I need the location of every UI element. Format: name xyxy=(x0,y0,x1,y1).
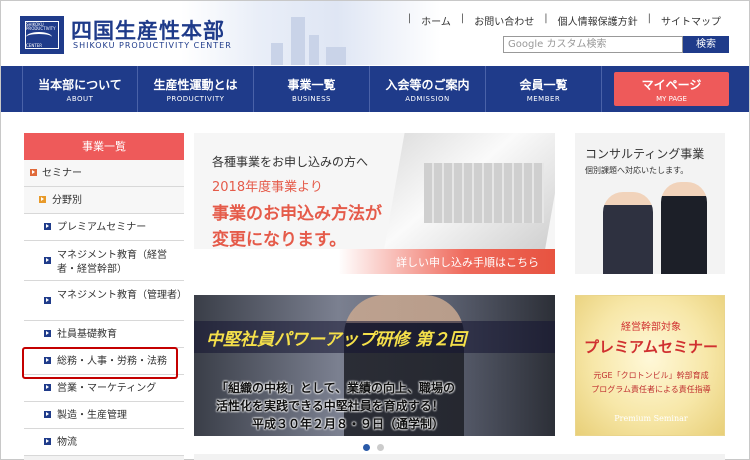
keyboard-image xyxy=(424,163,544,223)
banner-text: プログラム責任者による責任指導 xyxy=(591,385,711,394)
nav-business[interactable]: 事業一覧 BUSINESS xyxy=(254,66,370,112)
banner-text: 2018年度事業より xyxy=(212,180,323,195)
banner-title: コンサルティング事業 xyxy=(585,147,705,161)
sidebar-item-premium[interactable]: プレミアムセミナー xyxy=(24,214,184,241)
nav-label: 当本部について xyxy=(38,77,122,92)
sidebar-item-by-field[interactable]: 分野別 xyxy=(24,187,184,214)
highlight-frame xyxy=(22,347,178,379)
building-shape xyxy=(326,47,346,65)
sidebar-item-management-manager[interactable]: マネジメント教育（管理者） xyxy=(24,281,187,321)
building-shape xyxy=(291,17,305,65)
arrow-right-icon xyxy=(44,297,51,304)
search-input[interactable]: Google カスタム検索 xyxy=(503,36,683,53)
building-shape xyxy=(309,35,319,65)
sidebar-item-management-exec[interactable]: マネジメント教育（経営者・経営幹部） xyxy=(24,241,184,281)
logo-mark-text: CENTER xyxy=(26,43,43,48)
nav-label: 会員一覧 xyxy=(519,77,568,92)
sidebar-item-sales[interactable]: 営業・マーケティング xyxy=(24,375,184,402)
banner-headline: 中堅社員パワーアップ研修 第２回 xyxy=(206,330,467,350)
banner-text: 経営幹部対象 xyxy=(621,322,681,333)
arrow-right-icon xyxy=(39,196,46,203)
nav-about[interactable]: 当本部について ABOUT xyxy=(22,66,138,112)
sidebar-item-label: 分野別 xyxy=(52,195,82,206)
banner-text: 元GE「クロトンビル」幹部育成 xyxy=(593,371,709,380)
sidebar: 事業一覧 セミナー 分野別 プレミアムセミナー マネジメント教育（経営者・経営幹… xyxy=(24,133,187,460)
arrow-right-icon xyxy=(44,257,51,264)
sidebar-item-label: 製造・生産管理 xyxy=(57,410,127,421)
sidebar-item-basic[interactable]: 社員基礎教育 xyxy=(24,321,184,348)
carousel-dot[interactable] xyxy=(377,444,384,451)
nav-admission[interactable]: 入会等のご案内 ADMISSION xyxy=(370,66,486,112)
next-banner-edge xyxy=(194,454,725,460)
sidebar-title: 事業一覧 xyxy=(24,133,184,160)
banner-consulting[interactable]: コンサルティング事業 個別課題へ対応いたします。 xyxy=(575,133,725,274)
banner-text: 個別課題へ対応いたします。 xyxy=(585,166,689,175)
arrow-right-icon xyxy=(44,411,51,418)
nav-member[interactable]: 会員一覧 MEMBER xyxy=(486,66,602,112)
banner-text: 活性化を実践できる中堅社員を育成する！ xyxy=(216,399,444,413)
nav-productivity[interactable]: 生産性運動とは PRODUCTIVITY xyxy=(138,66,254,112)
nav-label-en: MY PAGE xyxy=(656,94,687,103)
banner-headline: プレミアムセミナー xyxy=(584,338,718,356)
logo-mark[interactable]: SHIKOKU PRODUCTIVITY CENTER xyxy=(20,16,64,54)
nav-label-en: MEMBER xyxy=(526,94,561,103)
util-link-privacy[interactable]: 個人情報保護方針 xyxy=(558,13,638,28)
arrow-right-icon xyxy=(44,384,51,391)
arrow-right-icon xyxy=(44,438,51,445)
site-title-en: SHIKOKU PRODUCTIVITY CENTER xyxy=(73,41,232,50)
banner-date: 平成３０年２月８・９日（通学制） xyxy=(252,417,445,431)
arrow-right-icon xyxy=(44,223,51,230)
banner-footer: Premium Seminar xyxy=(614,414,688,423)
nav-label: 入会等のご案内 xyxy=(385,77,470,92)
sidebar-item-seminar[interactable]: セミナー xyxy=(24,160,184,187)
site-header: SHIKOKU PRODUCTIVITY CENTER 四国生産性本部 SHIK… xyxy=(1,1,749,65)
person-image xyxy=(603,192,653,274)
sidebar-item-label: マネジメント教育（管理者） xyxy=(57,290,187,301)
sidebar-item-label: マネジメント教育（経営者・経営幹部） xyxy=(57,250,167,275)
banner-training[interactable]: 中堅社員パワーアップ研修 第２回 「組織の中核」として、業績の向上、職場の 活性… xyxy=(194,295,555,436)
nav-label: 生産性運動とは xyxy=(153,77,238,92)
util-link-home[interactable]: ホーム xyxy=(421,13,451,28)
sidebar-item-label: 営業・マーケティング xyxy=(57,383,157,394)
nav-label-en: ABOUT xyxy=(66,94,94,103)
utility-links: | ホーム | お問い合わせ | 個人情報保護方針 | サイトマップ xyxy=(407,13,721,28)
banner-text: 各種事業をお申し込みの方へ xyxy=(212,155,369,169)
nav-label-en: PRODUCTIVITY xyxy=(166,94,225,103)
carousel-pager xyxy=(363,444,384,451)
util-link-contact[interactable]: お問い合わせ xyxy=(474,13,534,28)
logo-wave-icon xyxy=(26,32,52,42)
sidebar-item-label: プレミアムセミナー xyxy=(57,222,147,233)
arrow-right-icon xyxy=(30,169,37,176)
sidebar-item-label: 社員基礎教育 xyxy=(57,329,117,340)
banner-text: 「組織の中核」として、業績の向上、職場の xyxy=(216,381,456,395)
person-image xyxy=(661,182,707,274)
building-shape xyxy=(271,43,283,65)
sidebar-item-label: 物流 xyxy=(57,437,77,448)
search-button[interactable]: 検索 xyxy=(683,36,729,53)
util-link-sitemap[interactable]: サイトマップ xyxy=(661,13,721,28)
sidebar-item-logistics[interactable]: 物流 xyxy=(24,429,184,456)
nav-label-en: ADMISSION xyxy=(405,94,450,103)
banner-cta-link[interactable]: 詳しい申し込み手順はこちら xyxy=(396,254,539,270)
sidebar-item-label: セミナー xyxy=(42,168,82,179)
banner-premium-seminar[interactable]: 経営幹部対象 プレミアムセミナー 元GE「クロトンビル」幹部育成 プログラム責任… xyxy=(575,295,725,436)
nav-mypage-button[interactable]: マイページ MY PAGE xyxy=(614,72,729,106)
global-nav: 当本部について ABOUT 生産性運動とは PRODUCTIVITY 事業一覧 … xyxy=(1,66,749,112)
banner-headline: 変更になります。 xyxy=(212,230,347,250)
carousel-dot[interactable] xyxy=(363,444,370,451)
banner-application-notice[interactable]: 各種事業をお申し込みの方へ 2018年度事業より 事業のお申込み方法が 変更にな… xyxy=(194,133,555,274)
sidebar-item-manufacturing[interactable]: 製造・生産管理 xyxy=(24,402,184,429)
nav-label: 事業一覧 xyxy=(287,77,336,92)
nav-label-en: BUSINESS xyxy=(292,94,331,103)
banner-headline: 事業のお申込み方法が xyxy=(212,204,382,224)
nav-label: マイページ xyxy=(641,77,702,92)
logo-mark-text: PRODUCTIVITY xyxy=(26,26,56,31)
arrow-right-icon xyxy=(44,330,51,337)
